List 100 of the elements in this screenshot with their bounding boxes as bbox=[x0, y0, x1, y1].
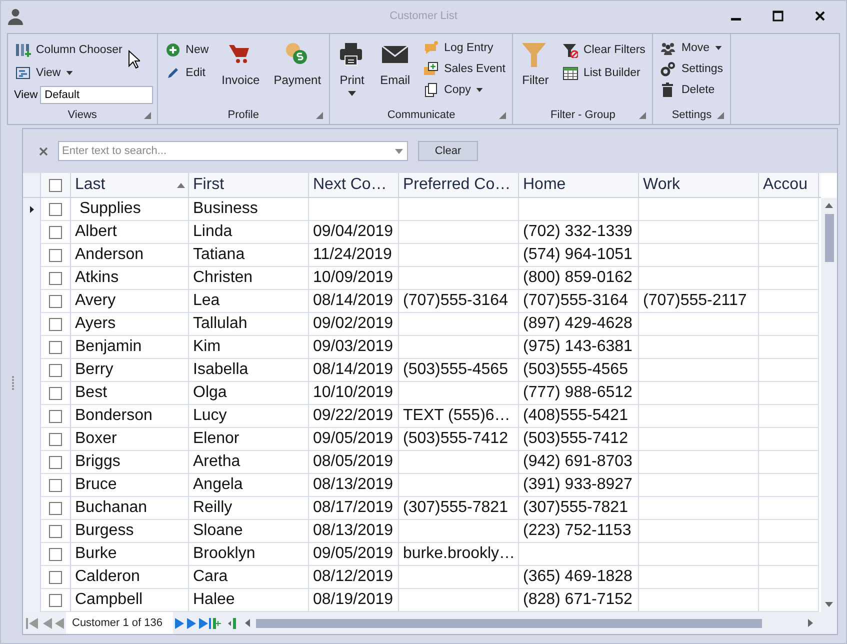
column-header[interactable]: Last bbox=[71, 173, 189, 197]
column-header[interactable]: Home bbox=[519, 173, 639, 197]
column-header[interactable]: Work bbox=[639, 173, 759, 197]
table-cell: Avery bbox=[71, 290, 189, 313]
ribbon-button[interactable]: Edit bbox=[162, 63, 212, 82]
first-record-icon[interactable] bbox=[26, 618, 38, 628]
column-header[interactable]: Accou bbox=[759, 173, 819, 197]
scroll-right-icon[interactable] bbox=[808, 619, 813, 627]
ribbon-button[interactable]: Column Chooser bbox=[12, 40, 153, 59]
table-cell: Aretha bbox=[189, 451, 309, 474]
table-cell: Ayers bbox=[71, 313, 189, 336]
search-field[interactable]: Enter text to search... bbox=[58, 141, 408, 161]
table-cell bbox=[759, 267, 819, 290]
ribbon-button[interactable]: Copy bbox=[420, 80, 508, 99]
table-cell: Bonderson bbox=[71, 405, 189, 428]
ribbon-button[interactable]: Invoice bbox=[218, 38, 264, 90]
checkbox[interactable] bbox=[49, 524, 62, 538]
ribbon-button[interactable]: Settings bbox=[657, 59, 726, 78]
checkbox[interactable] bbox=[49, 340, 62, 354]
checkbox[interactable] bbox=[49, 318, 62, 330]
ribbon-button[interactable]: Log Entry bbox=[420, 38, 508, 57]
group-label: Settings bbox=[672, 109, 712, 121]
launcher-icon[interactable] bbox=[717, 112, 724, 119]
ribbon-button[interactable]: Filter bbox=[517, 38, 554, 90]
close-icon[interactable] bbox=[814, 10, 826, 22]
funnel-clear-icon bbox=[562, 42, 578, 58]
checkbox[interactable] bbox=[49, 502, 62, 514]
launcher-icon[interactable] bbox=[499, 112, 506, 119]
maximize-icon[interactable] bbox=[772, 10, 784, 22]
table-cell: 10/09/2019 bbox=[309, 267, 399, 290]
checkbox[interactable] bbox=[49, 456, 62, 468]
table-cell: (307)555-7821 bbox=[519, 497, 639, 520]
table-cell: (503)555-7412 bbox=[519, 428, 639, 451]
table-cell: Anderson bbox=[71, 244, 189, 267]
previous-record-icon[interactable] bbox=[54, 618, 64, 628]
row-indicator[interactable] bbox=[23, 198, 41, 221]
checkbox[interactable] bbox=[49, 364, 62, 376]
grip-icon[interactable] bbox=[11, 374, 15, 390]
ribbon-button[interactable]: Print bbox=[334, 38, 370, 99]
checkbox[interactable] bbox=[49, 432, 62, 446]
ribbon-button[interactable]: View bbox=[12, 63, 153, 82]
table-cell: (503)555-7412 bbox=[399, 428, 519, 451]
launcher-icon[interactable] bbox=[316, 112, 324, 119]
checkbox[interactable] bbox=[49, 294, 62, 308]
ribbon-button[interactable]: New bbox=[162, 40, 212, 59]
ribbon-button[interactable]: Email bbox=[376, 38, 414, 90]
ribbon-button[interactable]: Move bbox=[657, 38, 726, 57]
ribbon-button[interactable]: Sales Event bbox=[420, 59, 508, 78]
table-cell: (942) 691-8703 bbox=[519, 451, 639, 474]
checkbox[interactable] bbox=[49, 594, 62, 606]
table-cell: 08/13/2019 bbox=[309, 474, 399, 497]
scroll-up-icon[interactable] bbox=[825, 203, 833, 208]
table-cell bbox=[759, 359, 819, 382]
table-icon bbox=[562, 64, 578, 80]
launcher-icon[interactable] bbox=[639, 112, 646, 119]
remove-icon[interactable] bbox=[226, 618, 238, 628]
group-label: Filter - Group bbox=[550, 109, 616, 121]
ribbon-button[interactable]: List Builder bbox=[559, 63, 648, 82]
table-cell: Angela bbox=[189, 474, 309, 497]
table-cell: (707)555-2117 bbox=[639, 290, 759, 313]
checkbox[interactable] bbox=[49, 248, 62, 262]
table-cell: 08/05/2019 bbox=[309, 451, 399, 474]
checkbox[interactable] bbox=[49, 386, 62, 400]
table-cell bbox=[759, 543, 819, 566]
table-cell: Calderon bbox=[71, 566, 189, 589]
plus-circle-icon bbox=[164, 42, 181, 58]
columns-icon bbox=[15, 42, 31, 58]
column-header[interactable]: Preferred Co… bbox=[399, 173, 519, 197]
checkbox[interactable] bbox=[49, 570, 62, 584]
table-cell: Lea bbox=[189, 290, 309, 313]
ribbon-button[interactable]: Payment bbox=[270, 38, 326, 90]
scroll-down-icon[interactable] bbox=[825, 602, 833, 607]
scroll-thumb[interactable] bbox=[824, 214, 834, 262]
checkbox[interactable] bbox=[49, 202, 62, 216]
sort-icon bbox=[177, 182, 185, 188]
table-cell: Tallulah bbox=[189, 313, 309, 336]
view-field[interactable]: Default bbox=[40, 86, 153, 104]
ribbon-button[interactable]: Clear Filters bbox=[559, 40, 648, 59]
checkbox[interactable] bbox=[49, 272, 62, 284]
table-cell: 10/10/2019 bbox=[309, 382, 399, 405]
checkbox[interactable] bbox=[49, 478, 62, 492]
launcher-icon[interactable] bbox=[144, 112, 151, 119]
current-row-icon bbox=[30, 206, 34, 213]
ribbon-button[interactable]: Delete bbox=[657, 80, 726, 99]
scroll-left-icon[interactable] bbox=[244, 619, 250, 627]
last-record-icon[interactable] bbox=[198, 618, 210, 628]
column-header[interactable]: First bbox=[189, 173, 309, 197]
next-page-icon[interactable] bbox=[186, 618, 196, 628]
column-header[interactable]: Next Co… bbox=[309, 173, 399, 197]
table-cell bbox=[759, 244, 819, 267]
table-cell: Lucy bbox=[189, 405, 309, 428]
checkbox[interactable] bbox=[49, 410, 62, 422]
table-cell bbox=[759, 428, 819, 451]
checkbox[interactable] bbox=[49, 178, 62, 192]
vertical-scrollbar[interactable] bbox=[821, 198, 837, 612]
next-record-icon[interactable] bbox=[174, 618, 184, 628]
checkbox[interactable] bbox=[49, 226, 62, 238]
checkbox[interactable] bbox=[49, 548, 62, 560]
clear-button[interactable]: Clear bbox=[418, 141, 478, 161]
dropdown-icon[interactable] bbox=[395, 149, 403, 154]
